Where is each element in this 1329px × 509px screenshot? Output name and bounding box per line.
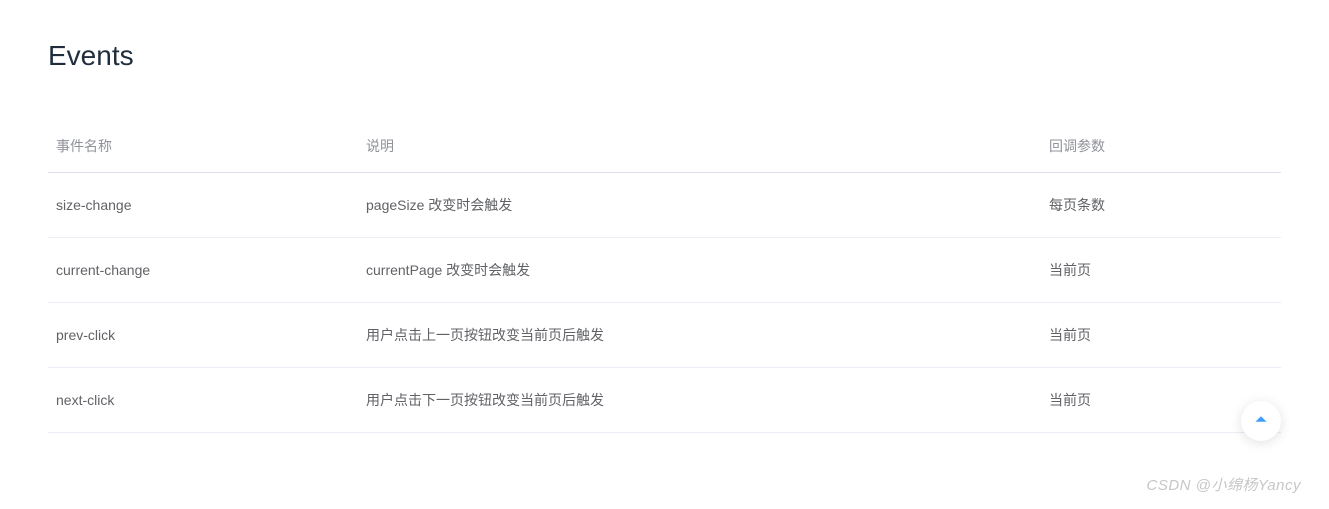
events-table: 事件名称 说明 回调参数 size-change pageSize 改变时会触发… xyxy=(48,120,1281,433)
cell-description: 用户点击下一页按钮改变当前页后触发 xyxy=(358,368,1041,433)
header-callback: 回调参数 xyxy=(1041,120,1281,173)
table-row: prev-click 用户点击上一页按钮改变当前页后触发 当前页 xyxy=(48,303,1281,368)
cell-callback: 每页条数 xyxy=(1041,173,1281,238)
cell-event-name: current-change xyxy=(48,238,358,303)
cell-callback: 当前页 xyxy=(1041,303,1281,368)
content-container: Events 事件名称 说明 回调参数 size-change pageSize… xyxy=(0,0,1329,433)
header-description: 说明 xyxy=(358,120,1041,173)
cell-event-name: size-change xyxy=(48,173,358,238)
table-row: size-change pageSize 改变时会触发 每页条数 xyxy=(48,173,1281,238)
caret-up-icon xyxy=(1254,412,1268,431)
cell-description: pageSize 改变时会触发 xyxy=(358,173,1041,238)
cell-description: currentPage 改变时会触发 xyxy=(358,238,1041,303)
watermark-text: CSDN @小绵杨Yancy xyxy=(1147,474,1301,495)
cell-event-name: prev-click xyxy=(48,303,358,368)
scroll-to-top-button[interactable] xyxy=(1241,401,1281,441)
section-heading: Events xyxy=(48,40,1281,72)
header-event-name: 事件名称 xyxy=(48,120,358,173)
table-row: next-click 用户点击下一页按钮改变当前页后触发 当前页 xyxy=(48,368,1281,433)
table-header-row: 事件名称 说明 回调参数 xyxy=(48,120,1281,173)
table-row: current-change currentPage 改变时会触发 当前页 xyxy=(48,238,1281,303)
cell-event-name: next-click xyxy=(48,368,358,433)
cell-callback: 当前页 xyxy=(1041,238,1281,303)
cell-description: 用户点击上一页按钮改变当前页后触发 xyxy=(358,303,1041,368)
